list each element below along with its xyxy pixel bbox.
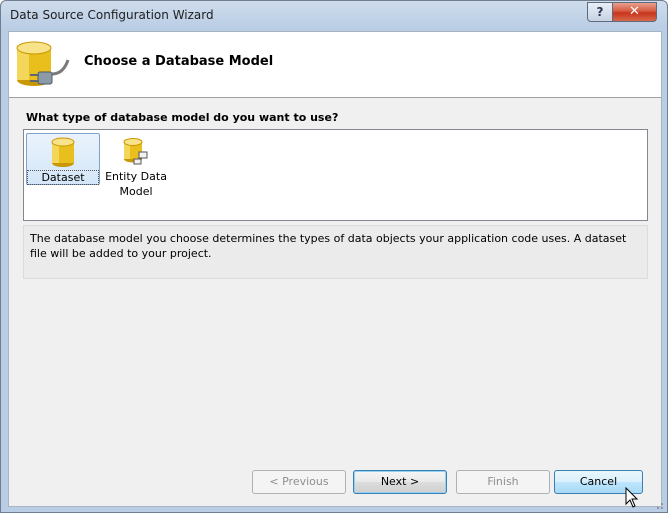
model-item-dataset[interactable]: Dataset <box>26 133 100 185</box>
model-item-label-line2: Model <box>119 185 153 198</box>
entity-data-model-icon <box>123 138 148 165</box>
help-icon: ? <box>596 5 604 19</box>
model-item-label: Dataset <box>27 170 99 185</box>
database-plug-icon <box>16 41 70 86</box>
wizard-header: Choose a Database Model <box>9 32 661 98</box>
mouse-cursor-icon <box>625 487 639 508</box>
resize-grip-icon[interactable] <box>649 499 665 511</box>
wizard-body: Choose a Database Model What type of dat… <box>8 31 662 507</box>
model-item-label: Entity Data Model <box>100 169 172 199</box>
next-button[interactable]: Next > <box>353 470 447 494</box>
window-title: Data Source Configuration Wizard <box>10 8 214 22</box>
model-item-label-line1: Entity Data <box>105 170 167 183</box>
model-item-entity-data-model[interactable]: Entity Data Model <box>100 133 172 203</box>
model-listview[interactable]: Dataset Entity Data Model <box>23 129 648 221</box>
model-question-label: What type of database model do you want … <box>26 111 339 124</box>
title-bar[interactable]: Data Source Configuration Wizard ? ✕ <box>1 1 667 31</box>
model-description-text: The database model you choose determines… <box>30 232 627 260</box>
finish-button[interactable]: Finish <box>456 470 550 494</box>
database-cylinder-icon <box>51 137 75 167</box>
close-icon: ✕ <box>629 4 640 19</box>
close-button[interactable]: ✕ <box>612 2 657 22</box>
wizard-window: Data Source Configuration Wizard ? ✕ Cho… <box>0 0 668 513</box>
page-title: Choose a Database Model <box>84 54 274 69</box>
help-button[interactable]: ? <box>587 2 613 22</box>
previous-button[interactable]: < Previous <box>252 470 346 494</box>
model-description-panel: The database model you choose determines… <box>23 225 648 279</box>
